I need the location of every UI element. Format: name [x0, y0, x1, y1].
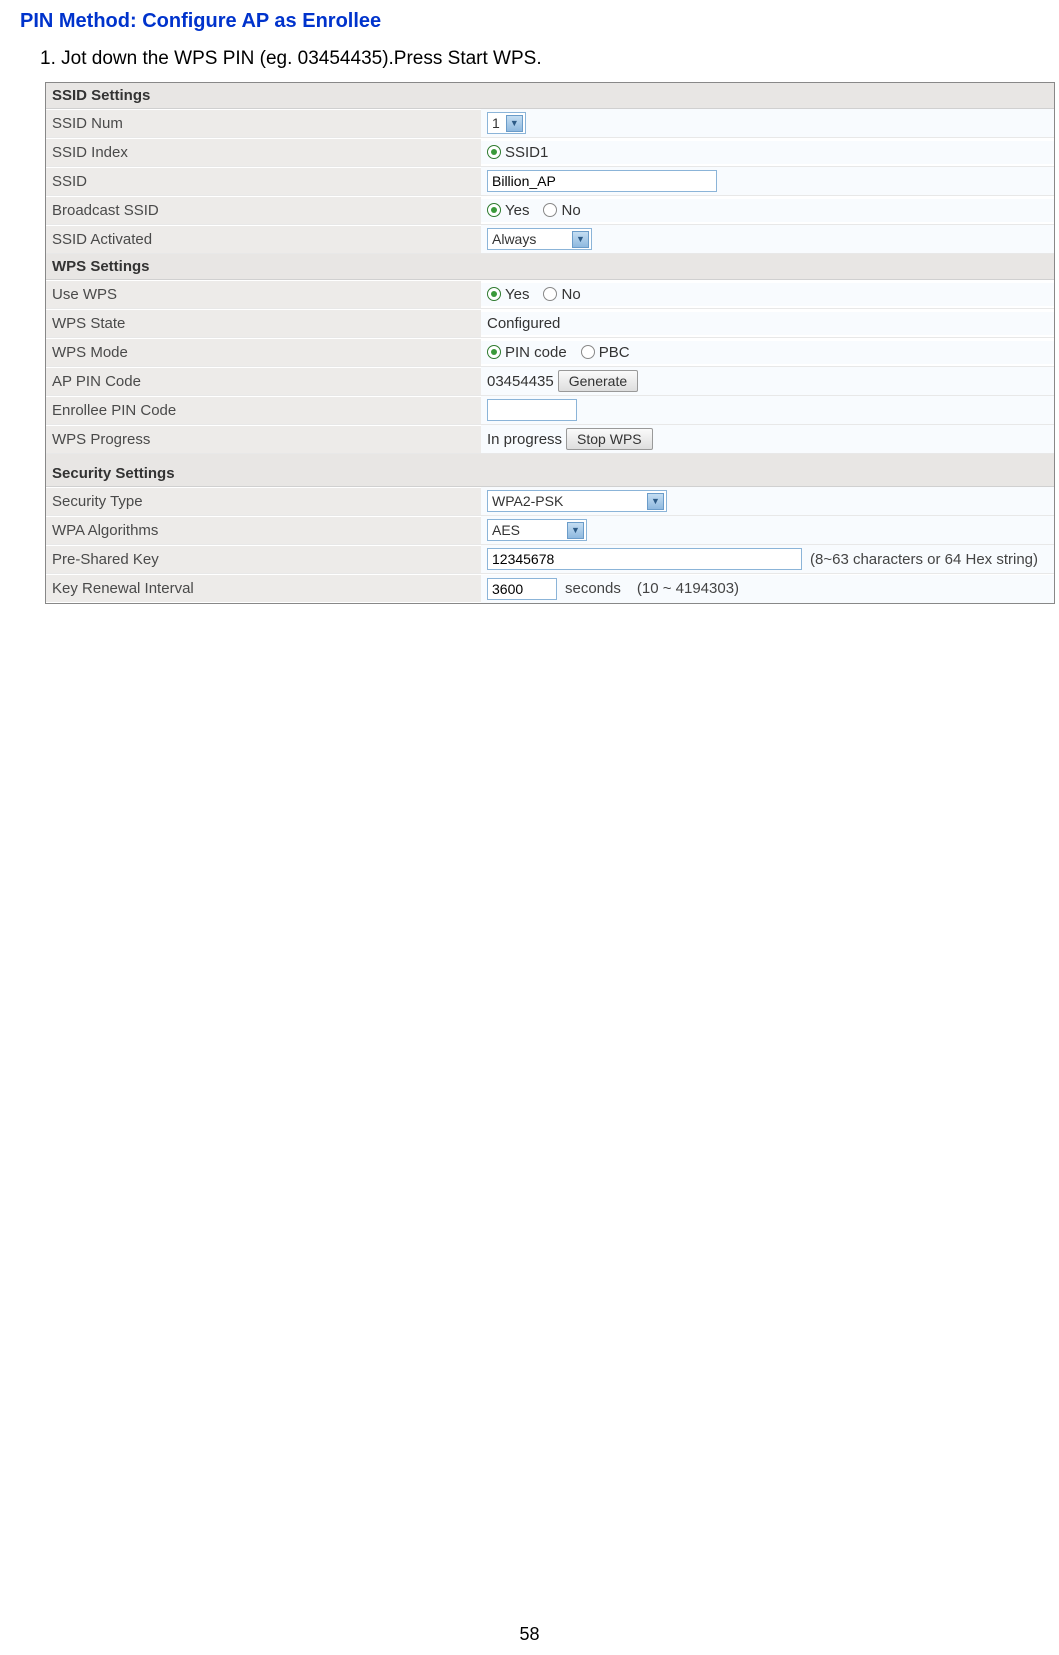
security-type-value: WPA2-PSK	[492, 493, 563, 509]
stop-wps-button[interactable]: Stop WPS	[566, 428, 653, 450]
instruction-step-1: 1. Jot down the WPS PIN (eg. 03454435).P…	[40, 48, 1044, 70]
chevron-down-icon: ▼	[647, 493, 664, 510]
ssid-activated-select[interactable]: Always ▼	[487, 228, 592, 250]
security-type-select[interactable]: WPA2-PSK ▼	[487, 490, 667, 512]
use-wps-row: Use WPS Yes No	[46, 280, 1054, 309]
broadcast-no-label: No	[561, 202, 580, 219]
ssid-index-radio-1[interactable]	[487, 145, 501, 159]
ssid-settings-header: SSID Settings	[46, 83, 1054, 109]
enrollee-pin-row: Enrollee PIN Code	[46, 396, 1054, 425]
ssid-activated-row: SSID Activated Always ▼	[46, 225, 1054, 254]
wps-settings-header: WPS Settings	[46, 254, 1054, 280]
ssid-row: SSID	[46, 167, 1054, 196]
psk-label: Pre-Shared Key	[46, 546, 481, 573]
config-table: SSID Settings SSID Num 1 ▼ SSID Index SS…	[45, 82, 1055, 604]
ssid-input[interactable]	[487, 170, 717, 192]
ssid-num-label: SSID Num	[46, 110, 481, 137]
wps-mode-pbc-radio[interactable]	[581, 345, 595, 359]
use-wps-yes-radio[interactable]	[487, 287, 501, 301]
wps-progress-label: WPS Progress	[46, 426, 481, 453]
security-type-row: Security Type WPA2-PSK ▼	[46, 487, 1054, 516]
ssid-index-row: SSID Index SSID1	[46, 138, 1054, 167]
ssid-activated-label: SSID Activated	[46, 226, 481, 253]
use-wps-no-label: No	[561, 286, 580, 303]
ap-pin-label: AP PIN Code	[46, 368, 481, 395]
broadcast-yes-radio[interactable]	[487, 203, 501, 217]
psk-input[interactable]	[487, 548, 802, 570]
wpa-algorithms-value: AES	[492, 522, 520, 538]
ssid-num-value: 1	[492, 115, 500, 131]
broadcast-no-radio[interactable]	[543, 203, 557, 217]
key-renewal-label: Key Renewal Interval	[46, 575, 481, 602]
wps-progress-value: In progress	[487, 431, 562, 448]
psk-hint: (8~63 characters or 64 Hex string)	[810, 551, 1038, 568]
ap-pin-row: AP PIN Code 03454435 Generate	[46, 367, 1054, 396]
key-renewal-range: (10 ~ 4194303)	[637, 580, 739, 597]
divider	[46, 454, 1054, 461]
ap-pin-value: 03454435	[487, 373, 554, 390]
broadcast-ssid-label: Broadcast SSID	[46, 197, 481, 224]
wpa-algorithms-select[interactable]: AES ▼	[487, 519, 587, 541]
chevron-down-icon: ▼	[572, 231, 589, 248]
wps-progress-row: WPS Progress In progress Stop WPS	[46, 425, 1054, 454]
page-number: 58	[15, 1624, 1044, 1645]
wps-mode-label: WPS Mode	[46, 339, 481, 366]
wps-mode-pbc-label: PBC	[599, 344, 630, 361]
wpa-algorithms-label: WPA Algorithms	[46, 517, 481, 544]
key-renewal-unit: seconds	[565, 580, 621, 597]
generate-button[interactable]: Generate	[558, 370, 638, 392]
use-wps-no-radio[interactable]	[543, 287, 557, 301]
ssid-label: SSID	[46, 168, 481, 195]
chevron-down-icon: ▼	[567, 522, 584, 539]
wps-mode-pin-label: PIN code	[505, 344, 567, 361]
wps-mode-row: WPS Mode PIN code PBC	[46, 338, 1054, 367]
broadcast-ssid-row: Broadcast SSID Yes No	[46, 196, 1054, 225]
key-renewal-row: Key Renewal Interval seconds (10 ~ 41943…	[46, 574, 1054, 603]
use-wps-label: Use WPS	[46, 281, 481, 308]
chevron-down-icon: ▼	[506, 115, 523, 132]
ssid-index-label: SSID Index	[46, 139, 481, 166]
enrollee-pin-input[interactable]	[487, 399, 577, 421]
security-settings-header: Security Settings	[46, 461, 1054, 487]
psk-row: Pre-Shared Key (8~63 characters or 64 He…	[46, 545, 1054, 574]
security-type-label: Security Type	[46, 488, 481, 515]
wps-state-label: WPS State	[46, 310, 481, 337]
broadcast-yes-label: Yes	[505, 202, 529, 219]
ssid-activated-value: Always	[492, 231, 536, 247]
page-title: PIN Method: Configure AP as Enrollee	[20, 10, 1044, 33]
enrollee-pin-label: Enrollee PIN Code	[46, 397, 481, 424]
key-renewal-input[interactable]	[487, 578, 557, 600]
wps-state-value: Configured	[487, 315, 560, 332]
use-wps-yes-label: Yes	[505, 286, 529, 303]
wps-state-row: WPS State Configured	[46, 309, 1054, 338]
wpa-algorithms-row: WPA Algorithms AES ▼	[46, 516, 1054, 545]
wps-mode-pin-radio[interactable]	[487, 345, 501, 359]
ssid-index-option-1: SSID1	[505, 144, 548, 161]
ssid-num-row: SSID Num 1 ▼	[46, 109, 1054, 138]
ssid-num-select[interactable]: 1 ▼	[487, 112, 526, 134]
